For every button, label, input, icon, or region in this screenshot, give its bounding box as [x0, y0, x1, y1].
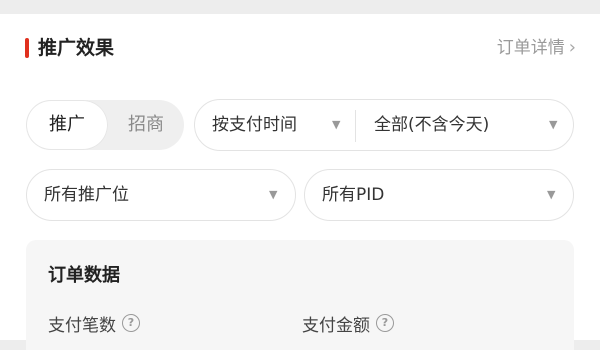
caret-down-icon: ▼	[549, 118, 558, 131]
order-details-link[interactable]: 订单详情 ›	[497, 36, 576, 60]
metric-payment-count: 支付笔数 ?	[48, 308, 140, 338]
caret-down-icon: ▼	[547, 188, 556, 201]
position-dropdown-label: 所有推广位	[44, 185, 129, 205]
metric-label: 支付笔数	[48, 315, 116, 336]
help-icon[interactable]: ?	[122, 314, 140, 332]
chevron-right-icon: ›	[568, 37, 576, 58]
metric-label: 支付金额	[302, 315, 370, 336]
section-accent-bar	[25, 38, 29, 58]
order-details-label: 订单详情	[496, 38, 565, 58]
caret-down-icon: ▼	[332, 118, 341, 131]
position-dropdown[interactable]: 所有推广位 ▼	[26, 169, 296, 221]
time-type-dropdown[interactable]: 按支付时间	[212, 100, 297, 150]
pid-dropdown-label: 所有PID	[322, 185, 385, 205]
section-title: 推广效果	[38, 37, 115, 59]
order-data-title: 订单数据	[48, 265, 120, 286]
segment-merchant[interactable]: 招商	[108, 100, 184, 150]
divider	[355, 110, 356, 142]
help-icon[interactable]: ?	[376, 314, 394, 332]
metric-payment-amount: 支付金额 ?	[302, 308, 394, 338]
pid-dropdown[interactable]: 所有PID ▼	[304, 169, 574, 221]
date-range-dropdown[interactable]: 全部(不含今天)	[374, 100, 489, 150]
promotion-type-toggle: 推广 招商	[26, 100, 184, 150]
segment-promotion[interactable]: 推广	[26, 100, 108, 150]
time-filter-group: 按支付时间 ▼ 全部(不含今天) ▼	[194, 99, 574, 151]
caret-down-icon: ▼	[269, 188, 278, 201]
